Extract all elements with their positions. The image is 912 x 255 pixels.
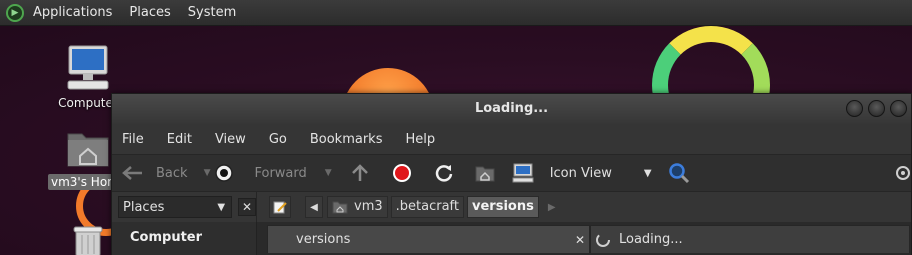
edit-location-button[interactable] bbox=[269, 196, 291, 218]
view-mode-select[interactable]: Icon View bbox=[550, 166, 612, 181]
close-sidebar-icon[interactable]: ✕ bbox=[238, 198, 256, 216]
tab-versions[interactable]: versions ✕ bbox=[267, 225, 590, 253]
home-folder-icon bbox=[67, 133, 109, 167]
computer-icon bbox=[67, 45, 109, 90]
sidebar: Computer bbox=[112, 222, 257, 255]
menu-view[interactable]: View bbox=[215, 132, 246, 147]
back-label: Back bbox=[156, 165, 188, 181]
spinner-icon bbox=[596, 232, 610, 247]
crumb-betacraft[interactable]: .betacraft bbox=[390, 196, 464, 218]
tab-label: Loading... bbox=[619, 232, 683, 247]
home-folder-icon bbox=[332, 201, 348, 214]
close-button[interactable] bbox=[890, 100, 907, 117]
pencil-icon bbox=[273, 201, 287, 214]
sidebar-header: Places ▼ ✕ bbox=[112, 192, 257, 222]
up-arrow-icon[interactable] bbox=[350, 163, 370, 183]
menu-bookmarks[interactable]: Bookmarks bbox=[310, 132, 383, 147]
tab-strip: versions ✕ Loading... bbox=[257, 222, 911, 255]
home-folder-icon[interactable] bbox=[474, 163, 496, 183]
crumb-scroll-left-icon[interactable]: ◀ bbox=[305, 196, 323, 218]
panel-menu-system[interactable]: System bbox=[188, 5, 236, 20]
distro-logo-icon[interactable]: ▶ bbox=[6, 3, 24, 22]
cursor-eye-icon bbox=[215, 164, 234, 182]
minimize-button[interactable] bbox=[846, 100, 863, 117]
zoom-icon[interactable] bbox=[668, 162, 690, 184]
forward-button[interactable]: Forward bbox=[214, 163, 307, 183]
reload-icon[interactable] bbox=[434, 163, 454, 183]
menu-file[interactable]: File bbox=[122, 132, 144, 147]
content-row: Computer versions ✕ Loading... bbox=[112, 222, 911, 255]
back-button[interactable]: Back bbox=[122, 165, 188, 181]
chevron-down-icon: ▼ bbox=[217, 201, 226, 213]
window-title: Loading... bbox=[474, 101, 549, 116]
panel-menu-applications[interactable]: Applications bbox=[33, 5, 112, 20]
back-arrow-icon bbox=[122, 166, 142, 180]
menu-go[interactable]: Go bbox=[269, 132, 287, 147]
menu-help[interactable]: Help bbox=[405, 132, 435, 147]
menu-edit[interactable]: Edit bbox=[167, 132, 192, 147]
trash-icon bbox=[73, 226, 103, 255]
toolbar: Back ▼ Forward ▼ Icon View ▼ bbox=[112, 154, 911, 192]
sidebar-selector-value: Places bbox=[123, 199, 165, 215]
crumb-vm3[interactable]: vm3 bbox=[327, 196, 388, 218]
sidebar-section-heading: Computer bbox=[130, 230, 203, 245]
location-bar: Places ▼ ✕ ◀ vm3 .betacraft versions ▶ bbox=[112, 192, 911, 222]
crumb-versions[interactable]: versions bbox=[467, 196, 539, 218]
file-manager-window: Loading... File Edit View Go Bookmarks H… bbox=[111, 93, 912, 255]
maximize-button[interactable] bbox=[868, 100, 885, 117]
tab-loading[interactable]: Loading... bbox=[590, 225, 910, 253]
back-history-dropdown-icon[interactable]: ▼ bbox=[204, 168, 211, 178]
window-titlebar[interactable]: Loading... bbox=[112, 94, 911, 124]
tab-label: versions bbox=[296, 232, 351, 247]
crumb-label: vm3 bbox=[354, 199, 383, 214]
computer-icon[interactable] bbox=[512, 163, 534, 183]
forward-history-dropdown-icon[interactable]: ▼ bbox=[325, 168, 332, 178]
sidebar-selector[interactable]: Places ▼ bbox=[118, 196, 233, 218]
menubar: File Edit View Go Bookmarks Help bbox=[112, 124, 911, 154]
panel-menu-places[interactable]: Places bbox=[129, 5, 170, 20]
top-panel: ▶ Applications Places System bbox=[0, 0, 912, 26]
forward-label: Forward bbox=[254, 165, 307, 181]
stop-icon[interactable] bbox=[392, 163, 412, 183]
close-tab-icon[interactable]: ✕ bbox=[575, 233, 585, 247]
throbber-icon bbox=[896, 166, 910, 180]
crumb-scroll-right-icon[interactable]: ▶ bbox=[548, 202, 556, 213]
view-mode-chevron-down-icon[interactable]: ▼ bbox=[644, 168, 652, 179]
